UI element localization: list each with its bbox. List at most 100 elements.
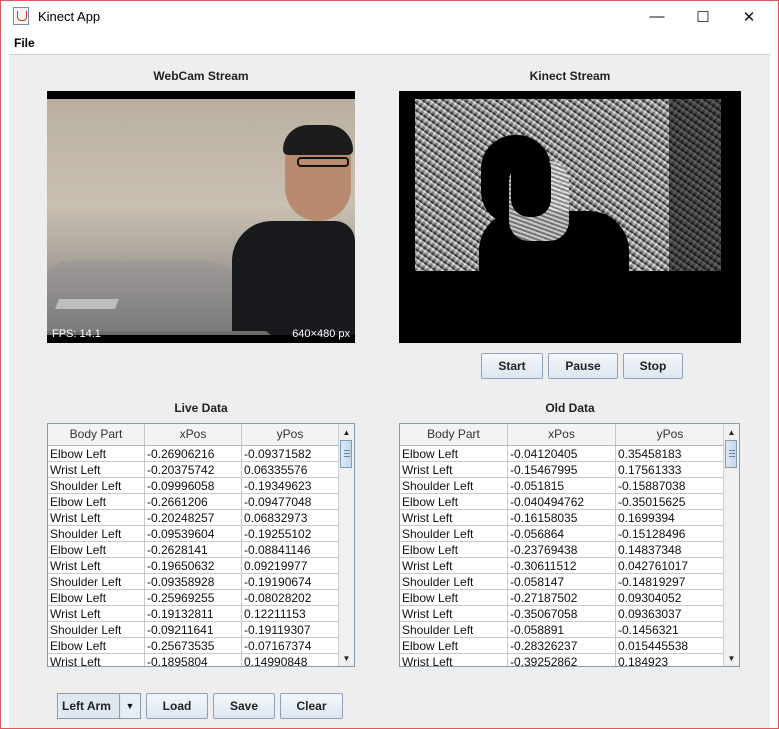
cell-body-part[interactable]: Wrist Left — [48, 558, 145, 574]
cell-body-part[interactable]: Shoulder Left — [48, 574, 145, 590]
menu-file[interactable]: File — [14, 36, 35, 50]
cell-xpos[interactable]: -0.30611512 — [508, 558, 616, 574]
cell-ypos[interactable]: 0.12211153 — [242, 606, 339, 622]
cell-ypos[interactable]: -0.15128496 — [616, 526, 725, 542]
cell-xpos[interactable]: -0.23769438 — [508, 542, 616, 558]
cell-ypos[interactable]: -0.08841146 — [242, 542, 339, 558]
cell-ypos[interactable]: -0.14819297 — [616, 574, 725, 590]
table-row[interactable]: Shoulder Left -0.056864 -0.15128496 — [400, 526, 725, 542]
cell-xpos[interactable]: -0.051815 — [508, 478, 616, 494]
column-header-xpos[interactable]: xPos — [145, 424, 242, 445]
table-row[interactable]: Wrist Left -0.30611512 0.042761017 — [400, 558, 725, 574]
cell-ypos[interactable]: -0.1456321 — [616, 622, 725, 638]
scroll-up-arrow-icon[interactable]: ▲ — [339, 424, 354, 440]
cell-body-part[interactable]: Shoulder Left — [400, 478, 508, 494]
live-data-table[interactable]: Body Part xPos yPos Elbow Left -0.2690621… — [47, 423, 355, 667]
clear-button[interactable]: Clear — [280, 693, 343, 719]
scroll-up-arrow-icon[interactable]: ▲ — [724, 424, 739, 440]
cell-body-part[interactable]: Wrist Left — [400, 606, 508, 622]
cell-body-part[interactable]: Wrist Left — [400, 654, 508, 666]
cell-body-part[interactable]: Shoulder Left — [48, 622, 145, 638]
old-table-scrollbar[interactable]: ▲ ▼ — [723, 424, 739, 666]
cell-body-part[interactable]: Wrist Left — [48, 510, 145, 526]
cell-xpos[interactable]: -0.2628141 — [145, 542, 242, 558]
selector-value[interactable]: Left Arm — [60, 694, 122, 718]
column-header-body-part[interactable]: Body Part — [400, 424, 508, 445]
table-row[interactable]: Wrist Left -0.35067058 0.09363037 — [400, 606, 725, 622]
cell-ypos[interactable]: -0.08028202 — [242, 590, 339, 606]
cell-xpos[interactable]: -0.04120405 — [508, 446, 616, 462]
cell-body-part[interactable]: Wrist Left — [48, 606, 145, 622]
cell-body-part[interactable]: Elbow Left — [400, 590, 508, 606]
cell-ypos[interactable]: -0.07167374 — [242, 638, 339, 654]
cell-ypos[interactable]: 0.1699394 — [616, 510, 725, 526]
cell-xpos[interactable]: -0.058147 — [508, 574, 616, 590]
cell-body-part[interactable]: Wrist Left — [400, 510, 508, 526]
cell-xpos[interactable]: -0.20248257 — [145, 510, 242, 526]
cell-ypos[interactable]: 0.09363037 — [616, 606, 725, 622]
start-button[interactable]: Start — [481, 353, 543, 379]
table-row[interactable]: Shoulder Left -0.09539604 -0.19255102 — [48, 526, 339, 542]
cell-xpos[interactable]: -0.1895804 — [145, 654, 242, 666]
maximize-button[interactable]: ☐ — [680, 1, 726, 32]
cell-ypos[interactable]: 0.184923 — [616, 654, 725, 666]
cell-xpos[interactable]: -0.056864 — [508, 526, 616, 542]
table-row[interactable]: Elbow Left -0.25673535 -0.07167374 — [48, 638, 339, 654]
cell-xpos[interactable]: -0.16158035 — [508, 510, 616, 526]
cell-ypos[interactable]: 0.042761017 — [616, 558, 725, 574]
cell-ypos[interactable]: 0.06832973 — [242, 510, 339, 526]
cell-xpos[interactable]: -0.2661206 — [145, 494, 242, 510]
old-data-table[interactable]: Body Part xPos yPos Elbow Left -0.0412040… — [399, 423, 740, 667]
cell-body-part[interactable]: Shoulder Left — [48, 478, 145, 494]
dropdown-arrow-icon[interactable]: ▼ — [119, 694, 140, 718]
cell-body-part[interactable]: Elbow Left — [48, 494, 145, 510]
cell-body-part[interactable]: Elbow Left — [48, 542, 145, 558]
column-header-xpos[interactable]: xPos — [508, 424, 616, 445]
table-row[interactable]: Elbow Left -0.2661206 -0.09477048 — [48, 494, 339, 510]
table-row[interactable]: Shoulder Left -0.09211641 -0.19119307 — [48, 622, 339, 638]
cell-xpos[interactable]: -0.09358928 — [145, 574, 242, 590]
table-row[interactable]: Wrist Left -0.20375742 0.06335576 — [48, 462, 339, 478]
cell-ypos[interactable]: 0.17561333 — [616, 462, 725, 478]
table-row[interactable]: Wrist Left -0.16158035 0.1699394 — [400, 510, 725, 526]
cell-ypos[interactable]: -0.19190674 — [242, 574, 339, 590]
table-row[interactable]: Elbow Left -0.28326237 0.015445538 — [400, 638, 725, 654]
table-row[interactable]: Shoulder Left -0.09358928 -0.19190674 — [48, 574, 339, 590]
cell-xpos[interactable]: -0.25969255 — [145, 590, 242, 606]
cell-ypos[interactable]: 0.06335576 — [242, 462, 339, 478]
table-row[interactable]: Wrist Left -0.19650632 0.09219977 — [48, 558, 339, 574]
cell-ypos[interactable]: -0.09477048 — [242, 494, 339, 510]
cell-body-part[interactable]: Wrist Left — [400, 462, 508, 478]
cell-body-part[interactable]: Elbow Left — [400, 494, 508, 510]
cell-body-part[interactable]: Wrist Left — [48, 462, 145, 478]
cell-body-part[interactable]: Elbow Left — [48, 446, 145, 462]
cell-ypos[interactable]: -0.19349623 — [242, 478, 339, 494]
cell-ypos[interactable]: -0.19119307 — [242, 622, 339, 638]
cell-body-part[interactable]: Shoulder Left — [400, 526, 508, 542]
cell-xpos[interactable]: -0.058891 — [508, 622, 616, 638]
cell-body-part[interactable]: Wrist Left — [48, 654, 145, 666]
table-row[interactable]: Wrist Left -0.1895804 0.14990848 — [48, 654, 339, 666]
cell-xpos[interactable]: -0.09996058 — [145, 478, 242, 494]
stop-button[interactable]: Stop — [623, 353, 683, 379]
cell-ypos[interactable]: -0.15887038 — [616, 478, 725, 494]
cell-xpos[interactable]: -0.25673535 — [145, 638, 242, 654]
save-button[interactable]: Save — [213, 693, 275, 719]
live-table-scrollbar[interactable]: ▲ ▼ — [338, 424, 354, 666]
close-button[interactable]: ✕ — [726, 1, 772, 32]
table-row[interactable]: Elbow Left -0.04120405 0.35458183 — [400, 446, 725, 462]
table-row[interactable]: Wrist Left -0.15467995 0.17561333 — [400, 462, 725, 478]
cell-body-part[interactable]: Elbow Left — [400, 446, 508, 462]
table-row[interactable]: Elbow Left -0.2628141 -0.08841146 — [48, 542, 339, 558]
cell-xpos[interactable]: -0.27187502 — [508, 590, 616, 606]
scroll-thumb[interactable] — [725, 440, 737, 468]
cell-body-part[interactable]: Shoulder Left — [48, 526, 145, 542]
cell-ypos[interactable]: 0.09219977 — [242, 558, 339, 574]
table-row[interactable]: Shoulder Left -0.058147 -0.14819297 — [400, 574, 725, 590]
cell-ypos[interactable]: 0.14837348 — [616, 542, 725, 558]
table-row[interactable]: Shoulder Left -0.051815 -0.15887038 — [400, 478, 725, 494]
cell-xpos[interactable]: -0.26906216 — [145, 446, 242, 462]
cell-xpos[interactable]: -0.20375742 — [145, 462, 242, 478]
load-button[interactable]: Load — [146, 693, 208, 719]
cell-ypos[interactable]: -0.35015625 — [616, 494, 725, 510]
